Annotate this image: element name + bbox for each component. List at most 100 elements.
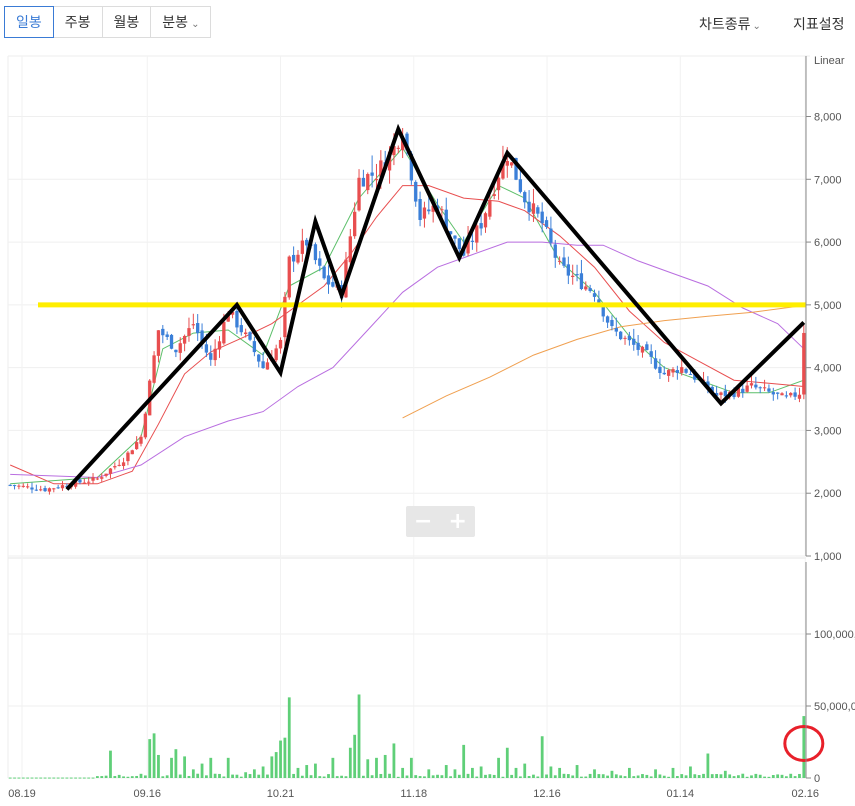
volume-axis-label: 50,000,000 bbox=[814, 701, 855, 713]
price-axis-label: 5,000 bbox=[814, 300, 842, 312]
candle-body bbox=[571, 275, 575, 278]
candle-body bbox=[370, 172, 374, 176]
candle-body bbox=[453, 235, 457, 239]
candle-body bbox=[305, 239, 309, 246]
volume-bar bbox=[510, 774, 514, 778]
volume-bar bbox=[706, 753, 710, 778]
candle-body bbox=[39, 489, 43, 491]
candle-body bbox=[483, 213, 488, 228]
candle-body bbox=[762, 387, 767, 389]
volume-bar bbox=[222, 776, 226, 778]
volume-bar bbox=[431, 775, 435, 778]
volume-bar bbox=[261, 766, 265, 778]
candle-body bbox=[169, 334, 174, 349]
candle-body bbox=[802, 332, 806, 395]
volume-bar bbox=[623, 776, 627, 778]
candle-body bbox=[780, 393, 784, 396]
candle-body bbox=[21, 485, 25, 487]
candle-body bbox=[152, 355, 156, 383]
volume-bar bbox=[213, 773, 217, 778]
candle-body bbox=[610, 319, 614, 327]
volume-bar bbox=[418, 776, 422, 778]
candle-body bbox=[566, 264, 571, 276]
candle-body bbox=[662, 372, 666, 375]
volume-bar bbox=[239, 776, 243, 778]
candle-body bbox=[252, 341, 257, 353]
candle-body bbox=[544, 220, 549, 228]
volume-bar bbox=[689, 766, 692, 778]
volume-bar bbox=[654, 769, 657, 778]
volume-bar bbox=[314, 763, 317, 778]
candle-body bbox=[562, 257, 566, 266]
volume-bar bbox=[370, 775, 374, 778]
candle-body bbox=[117, 464, 121, 466]
candle-body bbox=[60, 485, 65, 489]
volume-bar bbox=[396, 776, 400, 778]
volume-bar bbox=[331, 757, 335, 778]
candle-body bbox=[422, 207, 427, 219]
candle-body bbox=[318, 258, 322, 266]
volume-bar bbox=[279, 740, 282, 778]
candle-body bbox=[25, 486, 30, 488]
volume-bar bbox=[505, 747, 509, 778]
volume-bar bbox=[584, 776, 588, 778]
volume-bars bbox=[8, 694, 806, 779]
volume-bar bbox=[754, 773, 758, 778]
volume-bar bbox=[527, 776, 531, 778]
volume-bar bbox=[693, 774, 697, 778]
candle-body bbox=[767, 388, 771, 392]
volume-bar bbox=[758, 774, 762, 778]
volume-bar bbox=[453, 769, 457, 778]
candle-body bbox=[235, 310, 239, 328]
volume-bar bbox=[684, 775, 688, 778]
price-axis-label: 4,000 bbox=[814, 363, 842, 375]
moving-average-5 bbox=[10, 147, 804, 485]
candle-body bbox=[653, 358, 658, 369]
volume-bar bbox=[305, 765, 309, 778]
zigzag-annotation bbox=[65, 123, 806, 491]
grid bbox=[7, 55, 810, 779]
candle-body bbox=[34, 489, 39, 491]
volume-bar bbox=[248, 774, 252, 778]
volume-bar bbox=[257, 774, 261, 778]
volume-bar bbox=[235, 774, 239, 778]
candle-body bbox=[8, 484, 12, 486]
volume-bar bbox=[501, 776, 505, 778]
volume-bar bbox=[575, 765, 579, 778]
volume-bar bbox=[48, 777, 51, 779]
volume-bar bbox=[322, 776, 326, 778]
candle-body bbox=[87, 481, 91, 483]
volume-bar bbox=[34, 777, 38, 779]
candle-body bbox=[636, 342, 640, 350]
candle-body bbox=[793, 392, 797, 397]
volume-bar bbox=[95, 776, 99, 778]
candle-body bbox=[130, 450, 134, 455]
volume-bar bbox=[178, 774, 182, 778]
price-axis-label: 3,000 bbox=[814, 425, 842, 437]
candle-body bbox=[531, 203, 536, 214]
volume-bar bbox=[767, 776, 771, 778]
zoom-out-button[interactable]: − bbox=[406, 506, 441, 537]
volume-bar bbox=[606, 775, 609, 778]
volume-bar bbox=[74, 777, 77, 779]
candle-body bbox=[557, 260, 562, 262]
tab-daily[interactable]: 일봉 bbox=[4, 6, 54, 38]
volume-bar bbox=[91, 777, 95, 779]
volume-bar bbox=[135, 775, 139, 778]
candle-body bbox=[784, 395, 789, 397]
volume-bar bbox=[148, 739, 152, 778]
candle-body bbox=[775, 392, 780, 394]
candle-body bbox=[287, 256, 291, 298]
volume-bar bbox=[667, 776, 671, 778]
volume-bar bbox=[226, 757, 230, 778]
volume-bar bbox=[87, 777, 91, 779]
volume-bar bbox=[61, 777, 64, 779]
volume-bar bbox=[462, 744, 466, 778]
volume-bar bbox=[536, 776, 540, 778]
zoom-in-button[interactable]: + bbox=[441, 506, 476, 537]
candle-body bbox=[632, 338, 636, 345]
volume-bar bbox=[401, 767, 405, 778]
candle-body bbox=[488, 200, 492, 217]
candle-body bbox=[222, 321, 226, 344]
price-chart[interactable]: 1,000 2,000 3,000 4,000 5,000 6,000 7,000 8,000… bbox=[0, 0, 855, 806]
